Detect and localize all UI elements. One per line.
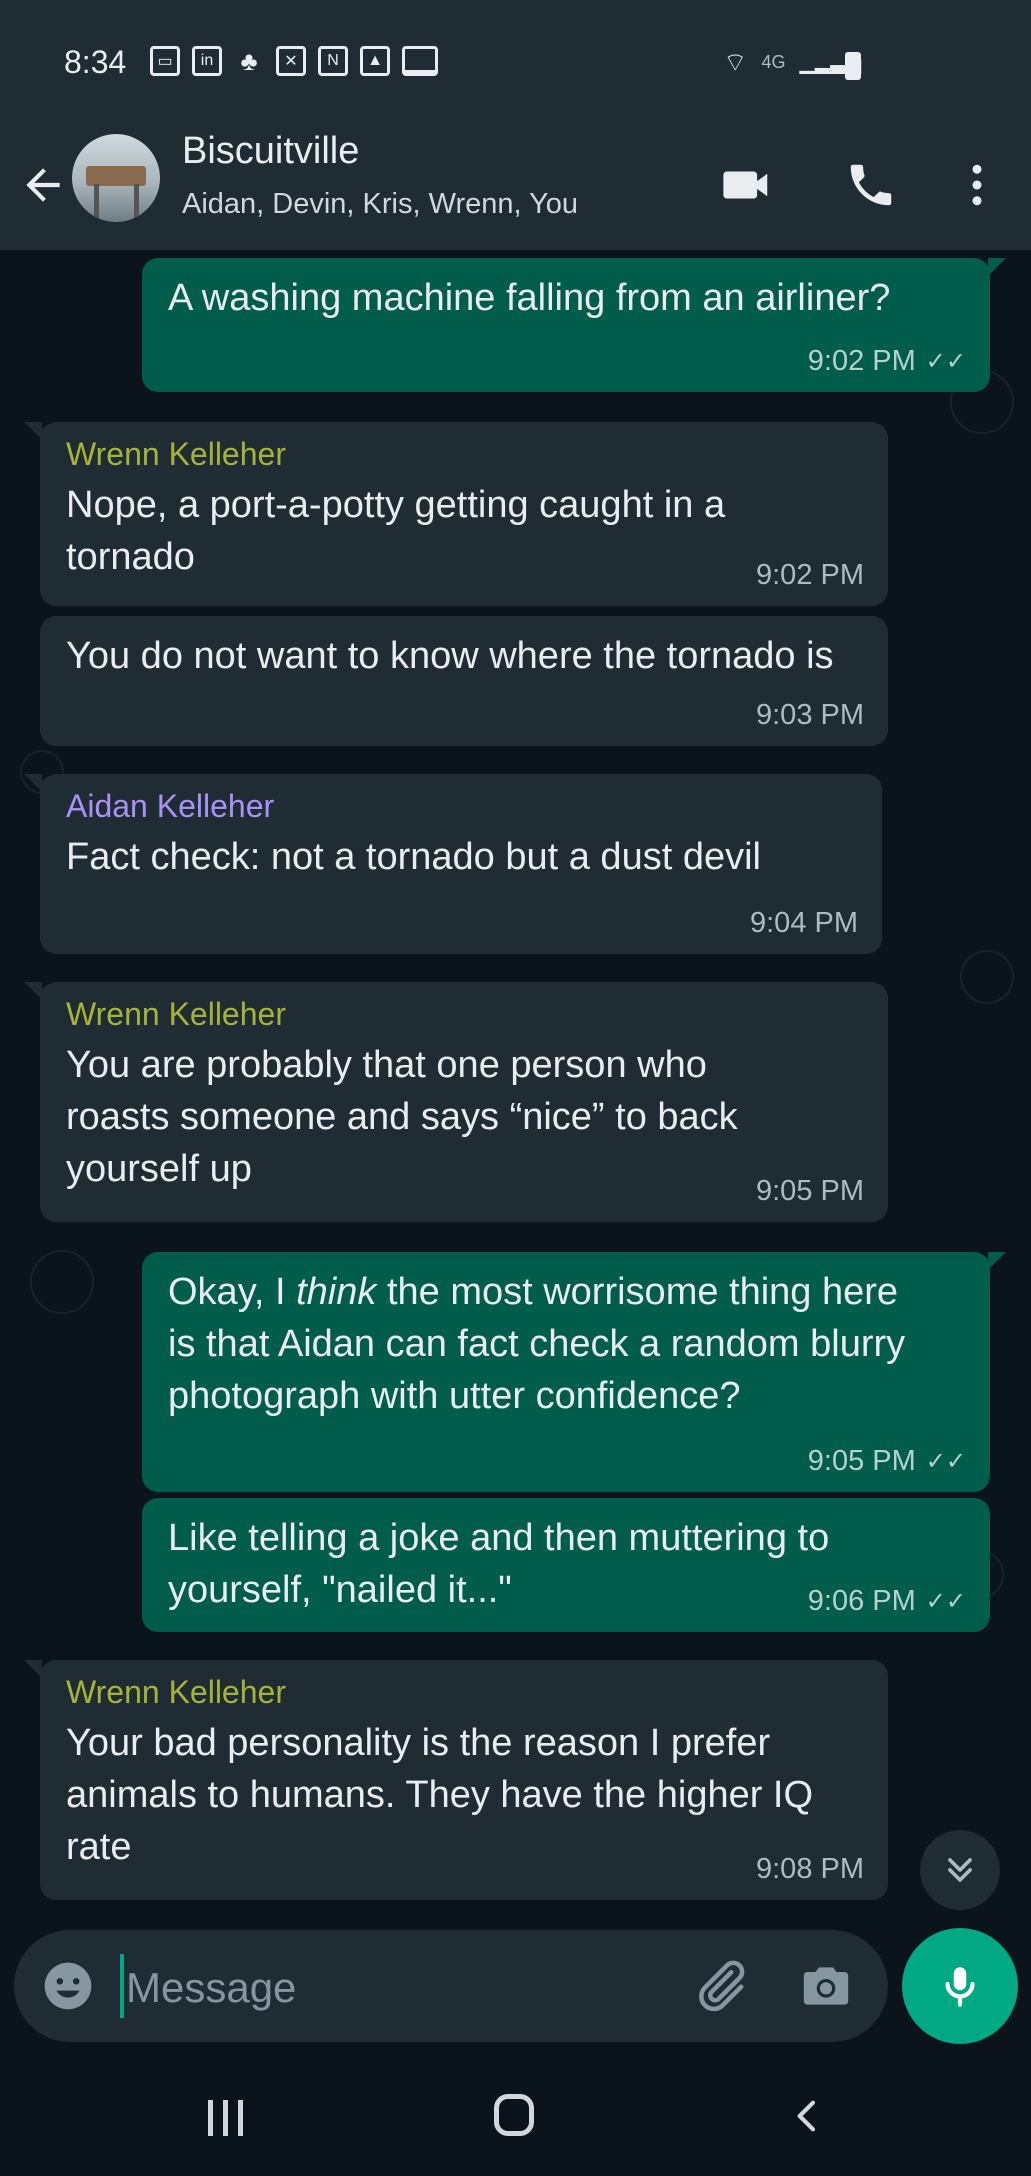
camera-icon[interactable] <box>798 1958 854 2014</box>
double-check-icon: ✓✓ <box>925 348 966 375</box>
recent-apps-button[interactable] <box>208 2100 243 2136</box>
sender-name: Wrenn Kelleher <box>66 1674 286 1710</box>
sender-name: Wrenn Kelleher <box>66 436 286 472</box>
message-text-emphasis: think <box>296 1271 377 1313</box>
group-avatar[interactable] <box>72 134 160 222</box>
gallery-icon: ▲ <box>360 46 390 76</box>
double-chevron-down-icon <box>948 1858 972 1882</box>
app-icon-n: N <box>318 46 348 76</box>
scroll-to-bottom-button[interactable] <box>920 1830 1000 1910</box>
home-button[interactable] <box>494 2094 534 2136</box>
linkedin-icon: in <box>192 46 222 76</box>
message-bubble-incoming[interactable]: You do not want to know where the tornad… <box>40 616 888 746</box>
message-composer[interactable]: Message <box>14 1930 888 2042</box>
app-icon: ♣ <box>240 45 258 76</box>
message-time: 9:05 PM <box>756 1175 864 1207</box>
sender-name: Wrenn Kelleher <box>66 996 286 1032</box>
message-text: Fact check: not a tornado but a dust dev… <box>66 836 761 878</box>
message-bubble-outgoing[interactable]: Like telling a joke and then muttering t… <box>142 1498 990 1632</box>
message-time: 9:05 PM <box>807 1445 916 1477</box>
message-time: 9:04 PM <box>750 907 858 939</box>
cast-icon: ▭ <box>150 46 180 76</box>
message-text: You are probably that one person who roa… <box>66 1044 738 1190</box>
message-text: Your bad personality is the reason I pre… <box>66 1722 814 1868</box>
emoji-icon[interactable] <box>40 1958 96 2014</box>
message-text: You do not want to know where the tornad… <box>66 635 834 677</box>
message-bubble-incoming[interactable]: Wrenn Kelleher Nope, a port-a-potty gett… <box>24 422 888 606</box>
system-icons: ⌔ 4G ▁▂▃▅ <box>723 46 861 79</box>
more-options-icon[interactable] <box>950 158 1004 212</box>
message-bubble-outgoing[interactable]: A washing machine falling from an airlin… <box>142 258 1006 392</box>
group-members[interactable]: Aidan, Devin, Kris, Wrenn, You <box>182 188 578 221</box>
nav-back-icon[interactable] <box>788 2096 828 2136</box>
message-text: Nope, a port-a-potty getting caught in a… <box>66 484 726 578</box>
wifi-icon: ⌔ <box>723 47 748 77</box>
attach-icon[interactable] <box>690 1956 750 2016</box>
video-call-icon[interactable] <box>720 158 774 212</box>
status-bar: 8:34 ▭ in ♣ ✕ N ▲ ⌔ 4G ▁▂▃▅ <box>0 0 1031 130</box>
system-navigation-bar <box>0 2060 1031 2176</box>
message-meta: 9:02 PM ✓✓ <box>808 345 966 378</box>
notification-icons: ▭ in ♣ ✕ N ▲ <box>150 46 438 76</box>
app-icon-x: ✕ <box>276 46 306 76</box>
message-time: 9:08 PM <box>756 1853 864 1885</box>
message-bubble-incoming[interactable]: Wrenn Kelleher Your bad personality is t… <box>24 1660 888 1900</box>
network-label: 4G <box>761 52 786 72</box>
message-time: 9:06 PM <box>807 1585 916 1617</box>
battery-icon <box>845 52 861 80</box>
microphone-icon <box>945 1967 975 2007</box>
group-name[interactable]: Biscuitville <box>182 130 359 173</box>
message-input[interactable]: Message <box>126 1964 296 2012</box>
message-bubble-incoming[interactable]: Aidan Kelleher Fact check: not a tornado… <box>24 774 882 954</box>
chat-header: Biscuitville Aidan, Devin, Kris, Wrenn, … <box>0 130 1031 250</box>
back-arrow-icon[interactable] <box>18 160 68 210</box>
message-bubble-outgoing[interactable]: Okay, I think the most worrisome thing h… <box>142 1252 1006 1492</box>
message-time: 9:02 PM <box>756 559 864 591</box>
double-check-icon: ✓✓ <box>925 1448 966 1475</box>
phone-call-icon[interactable] <box>844 158 898 212</box>
text-cursor <box>120 1954 124 2018</box>
message-time: 9:02 PM <box>807 345 916 377</box>
message-meta: 9:06 PM ✓✓ <box>808 1585 966 1618</box>
sender-name: Aidan Kelleher <box>66 788 275 824</box>
message-bubble-incoming[interactable]: Wrenn Kelleher You are probably that one… <box>24 982 888 1222</box>
chat-area[interactable]: A washing machine falling from an airlin… <box>0 250 1031 1930</box>
message-text-start: Okay, I <box>168 1271 297 1313</box>
message-meta: 9:05 PM ✓✓ <box>808 1445 966 1478</box>
message-text: Okay, I think the most worrisome thing h… <box>168 1266 964 1422</box>
message-text: A washing machine falling from an airlin… <box>168 277 891 319</box>
double-check-icon: ✓✓ <box>925 1588 966 1615</box>
laptop-icon <box>402 46 438 76</box>
message-time: 9:03 PM <box>756 699 864 731</box>
voice-message-button[interactable] <box>902 1928 1018 2044</box>
status-time: 8:34 <box>64 44 127 80</box>
